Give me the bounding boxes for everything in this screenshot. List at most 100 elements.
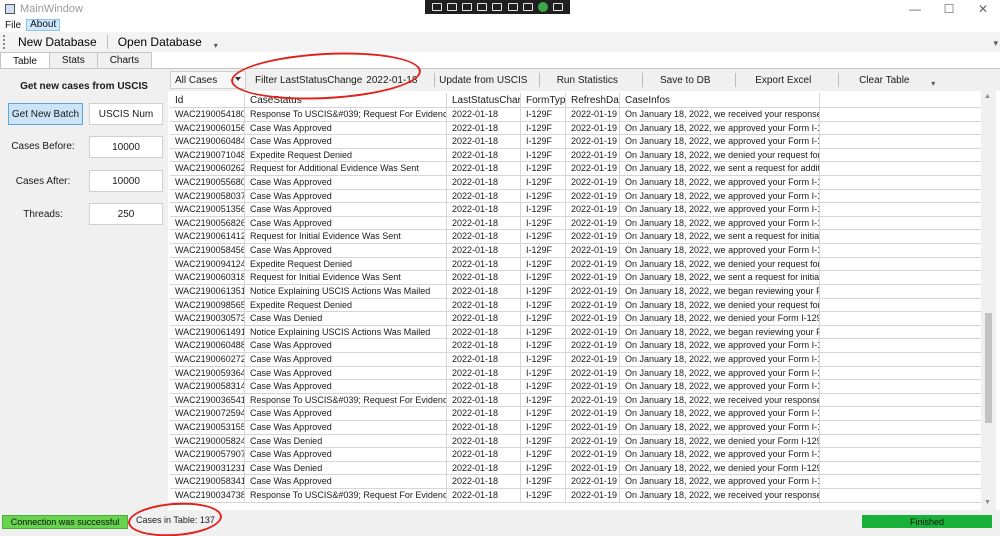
cell-caseinfos[interactable]: On January 18, 2022, we denied your requ… (620, 298, 820, 313)
tab-charts[interactable]: Charts (96, 52, 153, 68)
get-new-batch-button[interactable]: Get New Batch (8, 103, 83, 125)
column-header-casestatus[interactable]: CaseStatus (245, 93, 447, 108)
cell-caseinfos[interactable]: On January 18, 2022, we approved your Fo… (620, 407, 820, 422)
table-row[interactable]: WAC2190060262 Request for Additional Evid… (170, 162, 981, 177)
cell-formtype[interactable]: I-129F (521, 325, 566, 340)
cell-casestatus[interactable]: Case Was Approved (245, 475, 447, 490)
cell-refreshdate[interactable]: 2022-01-19 (566, 421, 620, 435)
table-row[interactable]: WAC2190072594 Case Was Approved 2022-01-18… (170, 407, 981, 422)
cell-casestatus[interactable]: Case Was Approved (245, 421, 447, 435)
cell-formtype[interactable]: I-129F (521, 461, 566, 476)
cell-refreshdate[interactable]: 2022-01-19 (566, 135, 620, 149)
threads-field[interactable]: 250 (89, 203, 163, 225)
cell-caseinfos[interactable]: On January 18, 2022, we received your re… (620, 489, 820, 503)
cell-refreshdate[interactable]: 2022-01-19 (566, 203, 620, 217)
cell-casestatus[interactable]: Case Was Denied (245, 434, 447, 449)
cell-formtype[interactable]: I-129F (521, 393, 566, 408)
cell-casestatus[interactable]: Case Was Approved (245, 380, 447, 394)
cell-id[interactable]: WAC2190056826 (170, 216, 245, 231)
cell-refreshdate[interactable]: 2022-01-19 (566, 489, 620, 503)
cell-id[interactable]: WAC2190057907 (170, 448, 245, 462)
cell-refreshdate[interactable]: 2022-01-19 (566, 448, 620, 462)
column-header-refreshdate[interactable]: RefreshDate (566, 93, 620, 108)
cell-casestatus[interactable]: Request for Initial Evidence Was Sent (245, 230, 447, 245)
cell-refreshdate[interactable]: 2022-01-19 (566, 216, 620, 231)
run-statistics-button[interactable]: Run Statistics (540, 75, 634, 86)
settings-icon[interactable] (522, 3, 533, 11)
table-row[interactable]: WAC2190061351 Notice Explaining USCIS Act… (170, 284, 981, 299)
cell-id[interactable]: WAC2190031231 (170, 461, 245, 476)
cell-refreshdate[interactable]: 2022-01-19 (566, 461, 620, 476)
table-row[interactable]: WAC2190098565 Expedite Request Denied 2022… (170, 298, 981, 313)
cell-caseinfos[interactable]: On January 18, 2022, we denied your Form… (620, 434, 820, 449)
cursor-icon[interactable] (477, 3, 488, 11)
cell-refreshdate[interactable]: 2022-01-19 (566, 257, 620, 272)
cell-laststatuschange[interactable]: 2022-01-18 (447, 489, 521, 503)
maximize-button[interactable]: ☐ (932, 0, 966, 18)
close-button[interactable]: ✕ (966, 0, 1000, 18)
cell-refreshdate[interactable]: 2022-01-19 (566, 271, 620, 285)
open-database-button[interactable]: Open Database (112, 32, 208, 52)
cell-caseinfos[interactable]: On January 18, 2022, we sent a request f… (620, 271, 820, 285)
table-row[interactable]: WAC2190054180 Response To USCIS&#039; Req… (170, 108, 981, 122)
cell-id[interactable]: WAC2190098565 (170, 298, 245, 313)
cell-refreshdate[interactable]: 2022-01-19 (566, 312, 620, 326)
cell-caseinfos[interactable]: On January 18, 2022, we began reviewing … (620, 284, 820, 299)
cell-id[interactable]: WAC2190060156 (170, 121, 245, 136)
table-row[interactable]: WAC2190051356 Case Was Approved 2022-01-18… (170, 203, 981, 217)
cell-id[interactable]: WAC2190071048 (170, 148, 245, 163)
cell-caseinfos[interactable]: On January 18, 2022, we approved your Fo… (620, 135, 820, 149)
clear-table-button[interactable]: Clear Table (839, 75, 929, 86)
cell-formtype[interactable]: I-129F (521, 203, 566, 217)
tab-stats[interactable]: Stats (48, 52, 98, 68)
cell-laststatuschange[interactable]: 2022-01-18 (447, 121, 521, 136)
cell-id[interactable]: WAC2190051356 (170, 203, 245, 217)
table-row[interactable]: WAC2190034738 Response To USCIS&#039; Req… (170, 489, 981, 503)
table-row[interactable]: WAC2190071048 Expedite Request Denied 2022… (170, 148, 981, 163)
tab-table[interactable]: Table (0, 52, 50, 69)
export-excel-button[interactable]: Export Excel (736, 75, 830, 86)
cell-id[interactable]: WAC2190060484 (170, 135, 245, 149)
cell-id[interactable]: WAC2190058341 (170, 475, 245, 490)
cell-refreshdate[interactable]: 2022-01-19 (566, 244, 620, 258)
cell-id[interactable]: WAC2190059364 (170, 366, 245, 381)
cell-refreshdate[interactable]: 2022-01-19 (566, 176, 620, 190)
cell-id[interactable]: WAC2190053155 (170, 421, 245, 435)
cell-casestatus[interactable]: Case Was Approved (245, 339, 447, 353)
scrollbar-thumb[interactable] (985, 313, 992, 423)
cell-formtype[interactable]: I-129F (521, 271, 566, 285)
cell-laststatuschange[interactable]: 2022-01-18 (447, 203, 521, 217)
table-row[interactable]: WAC2190060488 Case Was Approved 2022-01-18… (170, 339, 981, 353)
table-row[interactable]: WAC2190059364 Case Was Approved 2022-01-18… (170, 366, 981, 381)
filter-date-input[interactable]: 2022-01-18 (366, 75, 426, 86)
cell-id[interactable]: WAC2190060488 (170, 339, 245, 353)
cell-laststatuschange[interactable]: 2022-01-18 (447, 148, 521, 163)
cell-id[interactable]: WAC2190058456 (170, 244, 245, 258)
cell-laststatuschange[interactable]: 2022-01-18 (447, 448, 521, 462)
column-header-formtype[interactable]: FormType (521, 93, 566, 108)
check-icon[interactable] (538, 2, 549, 12)
cell-caseinfos[interactable]: On January 18, 2022, we sent a request f… (620, 230, 820, 245)
save-to-db-button[interactable]: Save to DB (643, 75, 727, 86)
cell-formtype[interactable]: I-129F (521, 244, 566, 258)
cell-laststatuschange[interactable]: 2022-01-18 (447, 393, 521, 408)
cell-casestatus[interactable]: Case Was Approved (245, 216, 447, 231)
cell-caseinfos[interactable]: On January 18, 2022, we approved your Fo… (620, 448, 820, 462)
table-row[interactable]: WAC2190005824 Case Was Denied 2022-01-18 I-… (170, 434, 981, 449)
cell-caseinfos[interactable]: On January 18, 2022, we approved your Fo… (620, 366, 820, 381)
cell-caseinfos[interactable]: On January 18, 2022, we approved your Fo… (620, 475, 820, 490)
column-header-caseinfos[interactable]: CaseInfos (620, 93, 820, 108)
cases-data-grid[interactable]: Id CaseStatus LastStatusChange FormType … (170, 93, 981, 510)
cell-formtype[interactable]: I-129F (521, 448, 566, 462)
cell-formtype[interactable]: I-129F (521, 298, 566, 313)
cell-id[interactable]: WAC2190094124 (170, 257, 245, 272)
table-row[interactable]: WAC2190030573 Case Was Denied 2022-01-18 I-… (170, 312, 981, 326)
cell-laststatuschange[interactable]: 2022-01-18 (447, 244, 521, 258)
table-row[interactable]: WAC2190053155 Case Was Approved 2022-01-18… (170, 421, 981, 435)
cell-caseinfos[interactable]: On January 18, 2022, we approved your Fo… (620, 244, 820, 258)
table-row[interactable]: WAC2190060156 Case Was Approved 2022-01-18… (170, 121, 981, 136)
cell-laststatuschange[interactable]: 2022-01-18 (447, 162, 521, 177)
table-row[interactable]: WAC2190058314 Case Was Approved 2022-01-18… (170, 380, 981, 394)
cell-caseinfos[interactable]: On January 18, 2022, we received your re… (620, 108, 820, 122)
cell-refreshdate[interactable]: 2022-01-19 (566, 380, 620, 394)
